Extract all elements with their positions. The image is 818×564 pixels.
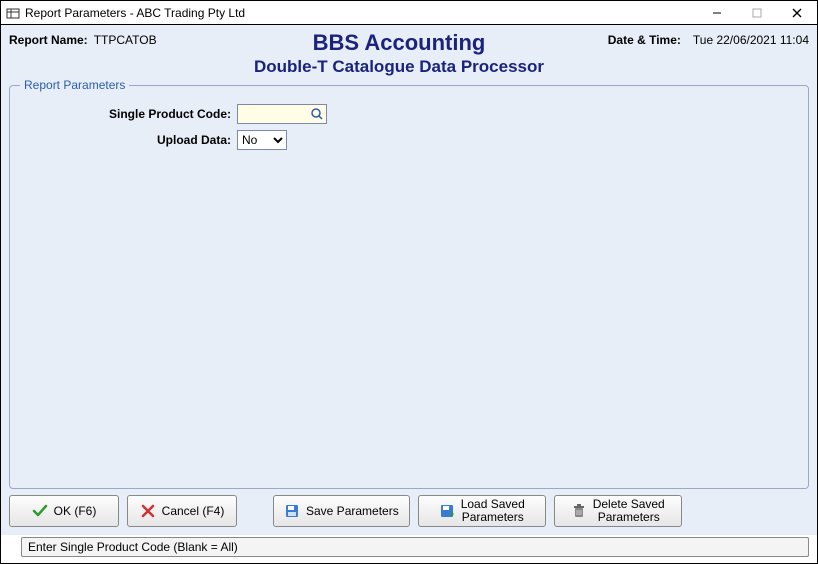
app-icon: [5, 5, 21, 21]
brand-title: BBS Accounting: [229, 31, 569, 55]
ok-button-label: OK (F6): [54, 504, 97, 518]
save-parameters-button[interactable]: Save Parameters: [273, 495, 410, 527]
upload-data-select[interactable]: No: [237, 130, 287, 150]
status-bar: Enter Single Product Code (Blank = All): [21, 537, 809, 557]
save-icon: [284, 503, 300, 519]
load-icon: [439, 503, 455, 519]
load-parameters-label: Load Saved Parameters: [461, 498, 525, 524]
button-row: OK (F6) Cancel (F4): [9, 489, 809, 533]
load-parameters-button[interactable]: Load Saved Parameters: [418, 495, 546, 527]
row-single-product-code: Single Product Code:: [22, 104, 796, 124]
report-name-label: Report Name:: [9, 33, 88, 47]
check-icon: [32, 503, 48, 519]
report-parameters-fieldset: Report Parameters Single Product Code: U…: [9, 85, 809, 489]
page-subtitle: Double-T Catalogue Data Processor: [229, 57, 569, 77]
datetime-label: Date & Time:: [608, 33, 681, 47]
x-icon: [140, 503, 156, 519]
single-product-code-input-wrap: [237, 104, 327, 124]
datetime-value: Tue 22/06/2021 11:04: [693, 33, 809, 47]
header-center: BBS Accounting Double-T Catalogue Data P…: [229, 31, 569, 77]
close-button[interactable]: [777, 1, 817, 24]
save-parameters-label: Save Parameters: [306, 504, 399, 518]
header-right: Date & Time: Tue 22/06/2021 11:04: [569, 31, 809, 47]
window: Report Parameters - ABC Trading Pty Ltd …: [0, 0, 818, 564]
maximize-button[interactable]: [737, 1, 777, 24]
ok-button[interactable]: OK (F6): [9, 495, 119, 527]
delete-parameters-label: Delete Saved Parameters: [593, 498, 665, 524]
upload-data-label: Upload Data:: [22, 133, 237, 147]
cancel-button[interactable]: Cancel (F4): [127, 495, 237, 527]
header-left: Report Name: TTPCATOB: [9, 31, 229, 47]
status-text: Enter Single Product Code (Blank = All): [28, 540, 238, 554]
window-title: Report Parameters - ABC Trading Pty Ltd: [25, 6, 697, 20]
trash-icon: [571, 503, 587, 519]
client-area: Report Name: TTPCATOB BBS Accounting Dou…: [1, 25, 817, 535]
header-row: Report Name: TTPCATOB BBS Accounting Dou…: [9, 31, 809, 77]
cancel-button-label: Cancel (F4): [162, 504, 225, 518]
fieldset-legend: Report Parameters: [20, 78, 129, 92]
minimize-button[interactable]: [697, 1, 737, 24]
row-upload-data: Upload Data: No: [22, 130, 796, 150]
window-controls: [697, 1, 817, 24]
delete-parameters-button[interactable]: Delete Saved Parameters: [554, 495, 682, 527]
titlebar: Report Parameters - ABC Trading Pty Ltd: [1, 1, 817, 25]
report-name-value: TTPCATOB: [94, 33, 157, 47]
lookup-icon[interactable]: [309, 106, 325, 122]
button-spacer: [245, 495, 265, 527]
single-product-code-label: Single Product Code:: [22, 107, 237, 121]
